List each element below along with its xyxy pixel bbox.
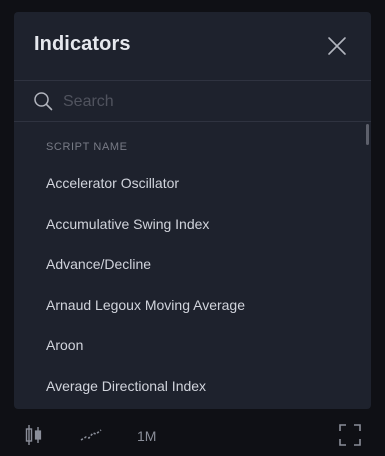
dialog-header: Indicators (14, 12, 371, 81)
bottom-toolbar: 1M (0, 412, 385, 456)
candlestick-icon[interactable] (24, 424, 44, 446)
fullscreen-icon[interactable] (339, 424, 361, 446)
list-item-label: Accelerator Oscillator (46, 175, 180, 191)
list-item-average-directional-index[interactable]: Average Directional Index (14, 366, 359, 406)
list-item-label: Aroon (46, 337, 84, 353)
trend-line-icon[interactable] (80, 428, 102, 442)
list-item-advance-decline[interactable]: Advance/Decline (14, 244, 359, 284)
interval-button[interactable]: 1M (137, 428, 156, 444)
close-button[interactable] (327, 36, 347, 56)
list-item-label: Advance/Decline (46, 256, 152, 272)
search-input[interactable] (61, 89, 355, 115)
section-header-script-name: SCRIPT NAME (46, 141, 128, 153)
list-item-accumulative-swing-index[interactable]: Accumulative Swing Index (14, 204, 359, 244)
list-item-accelerator-oscillator[interactable]: Accelerator Oscillator (14, 163, 359, 203)
indicators-dialog: Indicators SCRIPT NAME Accelerator Oscil… (14, 12, 371, 409)
indicator-list: SCRIPT NAME Accelerator Oscillator Accum… (14, 122, 371, 409)
search-icon (34, 92, 53, 111)
dialog-title: Indicators (34, 33, 131, 55)
list-item-label: Arnaud Legoux Moving Average (46, 297, 245, 313)
list-item-label: Accumulative Swing Index (46, 216, 210, 232)
close-icon (328, 37, 346, 55)
search-bar (14, 81, 371, 122)
list-item-label: Average Directional Index (46, 378, 207, 394)
list-item-arnaud-legoux-moving-average[interactable]: Arnaud Legoux Moving Average (14, 285, 359, 325)
scrollbar-thumb[interactable] (366, 124, 369, 145)
list-item-aroon[interactable]: Aroon (14, 325, 359, 365)
